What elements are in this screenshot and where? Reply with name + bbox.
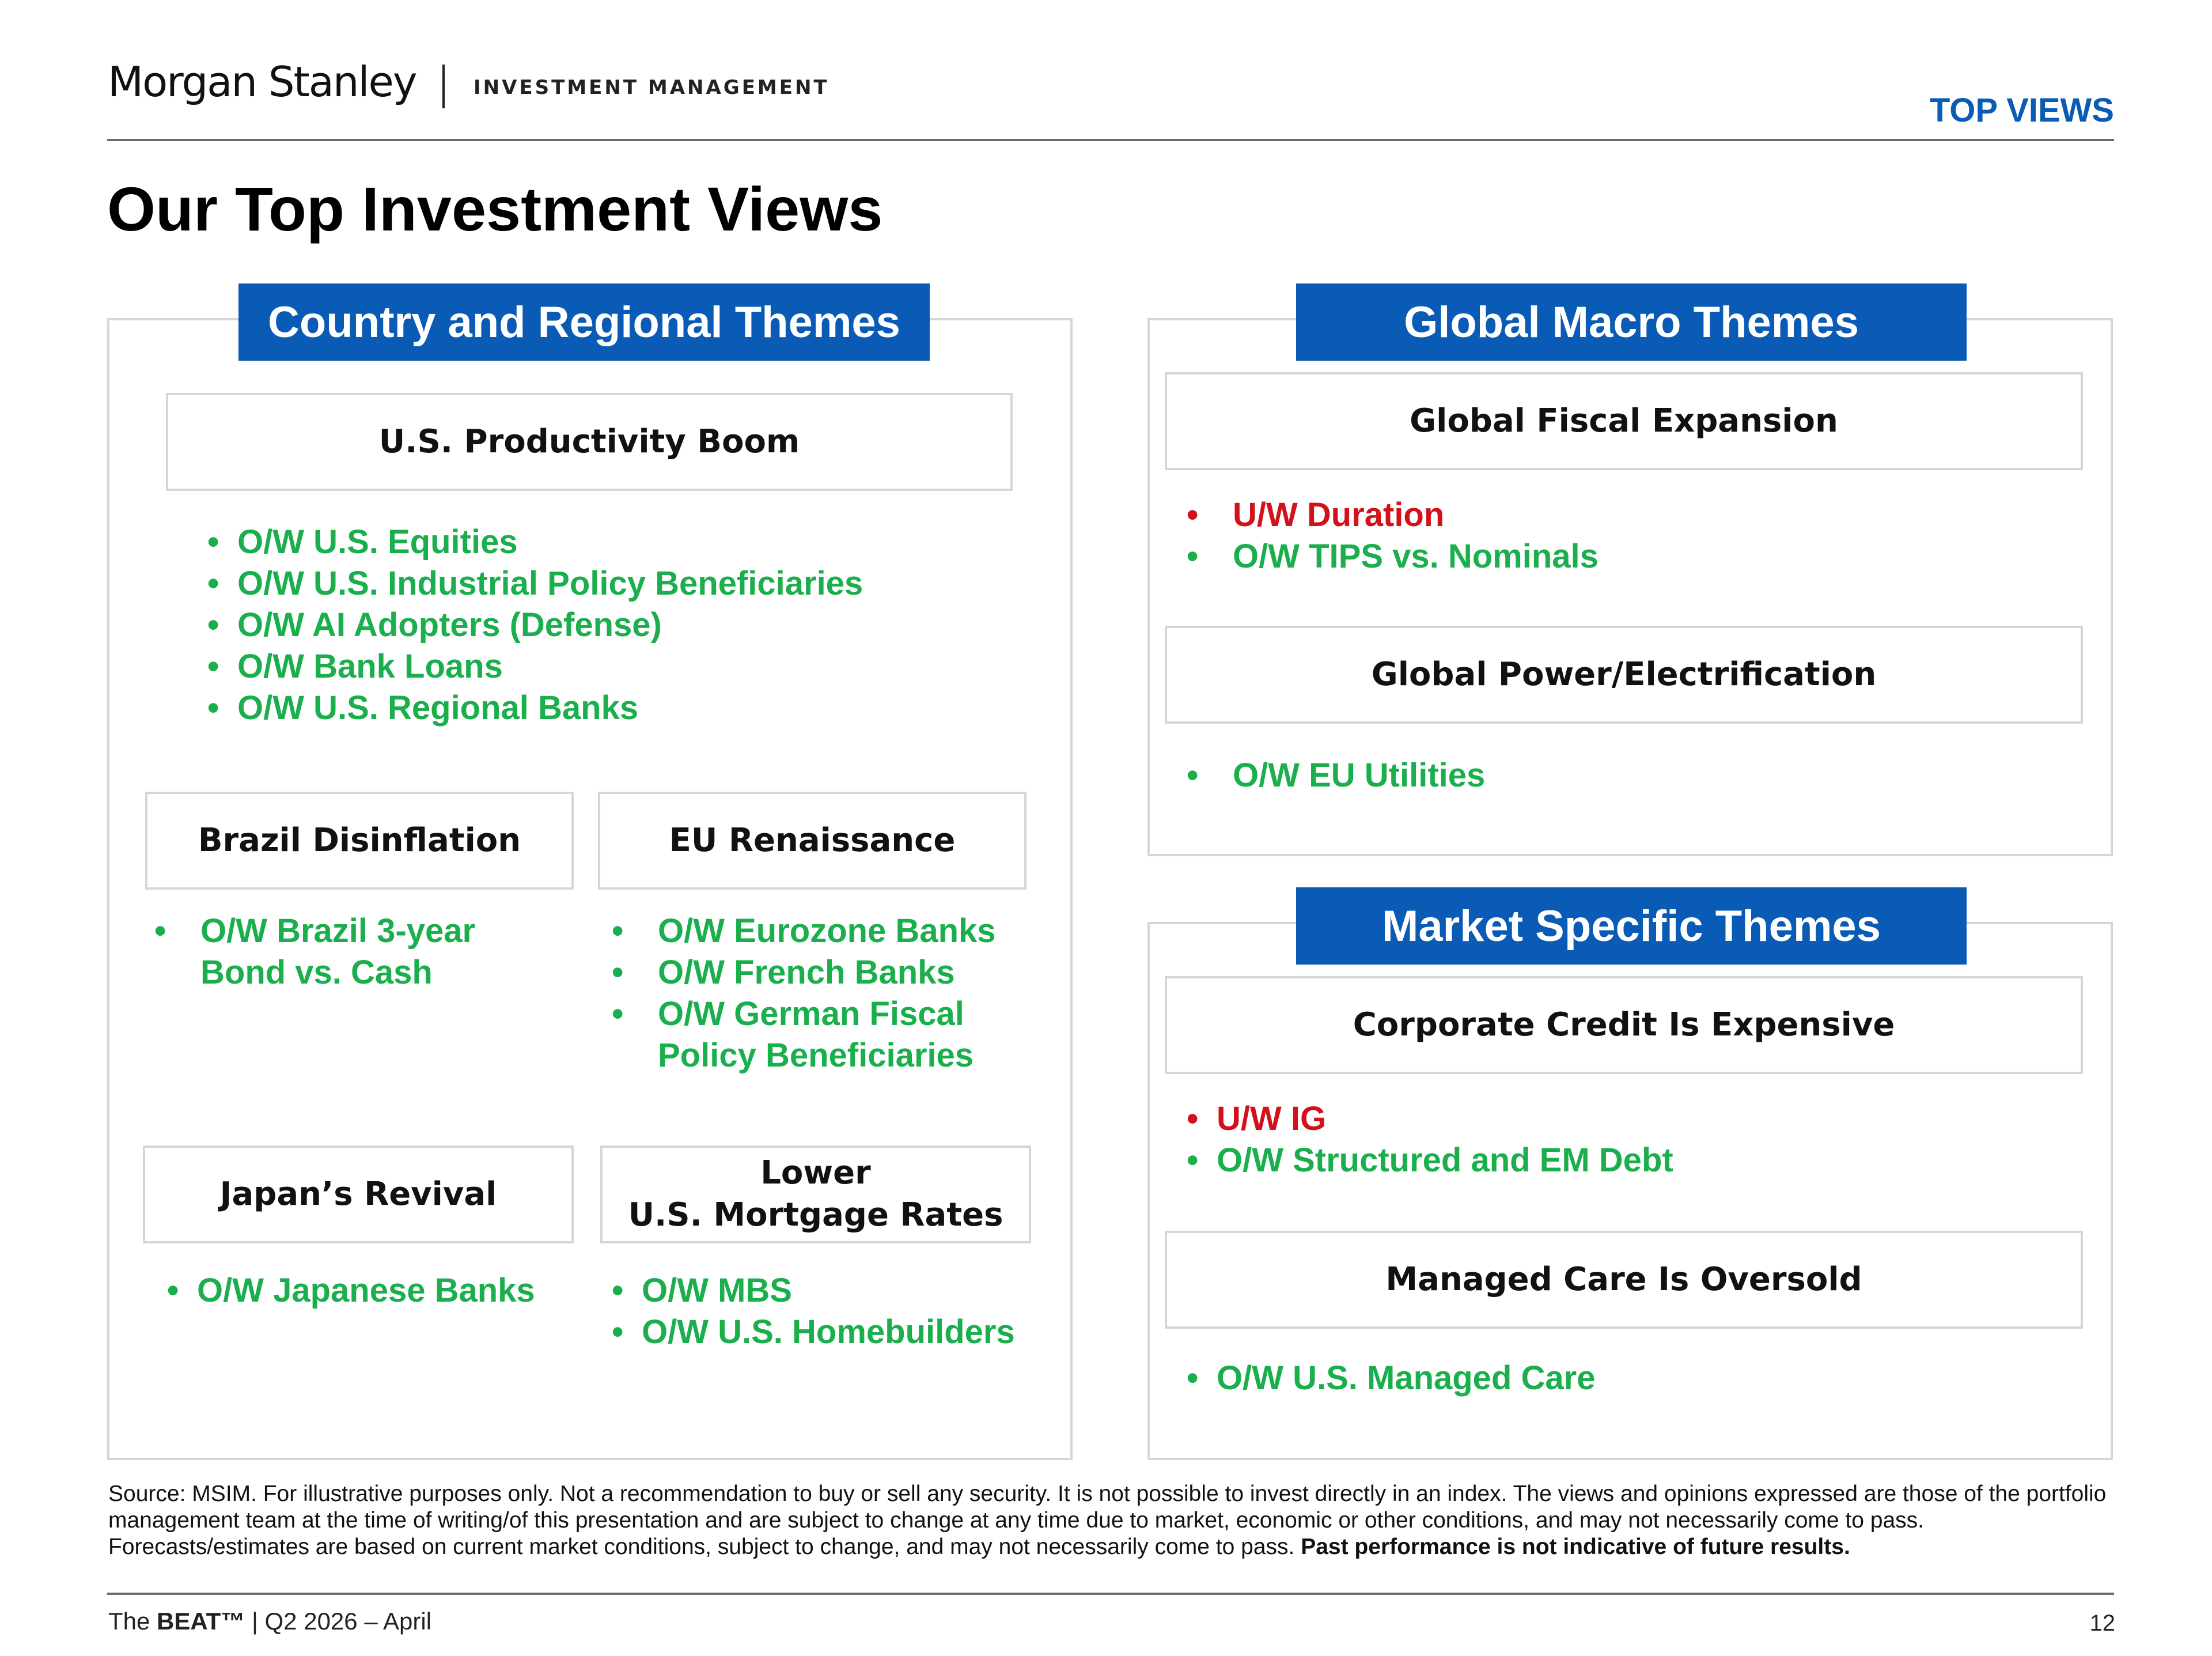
list-item: • O/W AI Adopters (Defense) [207,606,662,644]
brazil-bullets: • O/W Brazil 3-year Bond vs. Cash [154,910,475,993]
theme-brazil-disinflation: Brazil Disinflation [145,792,574,890]
theme-global-power-electrification: Global Power/Electrification [1165,626,2083,724]
managed-care-bullets: • O/W U.S. Managed Care [1187,1358,1595,1399]
brand-subtitle: INVESTMENT MANAGEMENT [474,76,830,99]
theme-japans-revival: Japan’s Revival [143,1145,574,1243]
source-disclaimer: Source: MSIM. For illustrative purposes … [108,1481,2107,1559]
list-item: • O/W Bank Loans [207,648,503,685]
list-item: • O/W EU Utilities [1187,757,1486,794]
list-item: • O/W U.S. Homebuilders [612,1313,1015,1351]
list-item: • O/W Japanese Banks [167,1272,535,1309]
list-item: • O/W Brazil 3-year [154,912,476,950]
theme-us-productivity-boom: U.S. Productivity Boom [166,393,1013,491]
theme-title-line: U.S. Mortgage Rates [628,1196,1003,1234]
list-item: • O/W MBS [612,1272,792,1309]
theme-managed-care-oversold: Managed Care Is Oversold [1165,1231,2083,1329]
list-item: • O/W TIPS vs. Nominals [1187,538,1599,575]
list-item: • O/W Eurozone Banks [612,912,996,950]
market-specific-banner: Market Specific Themes [1296,887,1967,965]
power-bullets: • O/W EU Utilities [1187,755,1485,796]
page-title: Our Top Investment Views [107,174,883,244]
list-item: Policy Beneficiaries [658,1037,974,1074]
list-item: Bond vs. Cash [200,954,433,991]
us-productivity-bullets: • O/W U.S. Equities • O/W U.S. Industrial … [207,521,863,729]
brand-logo: Morgan Stanley [108,58,417,106]
theme-title-line: Lower [760,1154,871,1192]
list-item: • O/W U.S. Regional Banks [207,689,639,727]
list-item: • O/W German Fiscal [612,995,964,1033]
footer-divider [107,1593,2114,1595]
fiscal-bullets: • U/W Duration • O/W TIPS vs. Nominals [1187,494,1599,577]
header-divider [107,139,2114,141]
list-item: • O/W Structured and EM Debt [1187,1141,1673,1179]
list-item: • O/W U.S. Equities [207,523,518,561]
list-item: • O/W U.S. Managed Care [1187,1359,1596,1397]
theme-eu-renaissance: EU Renaissance [598,792,1027,890]
theme-corporate-credit-expensive: Corporate Credit Is Expensive [1165,976,2083,1074]
list-item: • U/W IG [1187,1100,1327,1137]
brand-divider [442,65,445,108]
global-macro-banner: Global Macro Themes [1296,283,1967,361]
theme-lower-us-mortgage-rates: Lower U.S. Mortgage Rates [600,1145,1031,1243]
country-regional-banner: Country and Regional Themes [238,283,930,361]
page-number: 12 [2089,1610,2116,1636]
list-item: • O/W French Banks [612,954,955,991]
publication-label: The BEAT™ | Q2 2026 – April [108,1608,432,1635]
credit-bullets: • U/W IG • O/W Structured and EM Debt [1187,1098,1673,1181]
section-tag: TOP VIEWS [1929,92,2114,129]
eu-bullets: • O/W Eurozone Banks • O/W French Banks • O… [612,910,996,1076]
theme-global-fiscal-expansion: Global Fiscal Expansion [1165,372,2083,470]
list-item: • U/W Duration [1187,496,1445,534]
list-item: • O/W U.S. Industrial Policy Beneficiarie… [207,565,863,602]
mortgage-bullets: • O/W MBS • O/W U.S. Homebuilders [612,1270,1015,1353]
japan-bullets: • O/W Japanese Banks [167,1270,535,1311]
